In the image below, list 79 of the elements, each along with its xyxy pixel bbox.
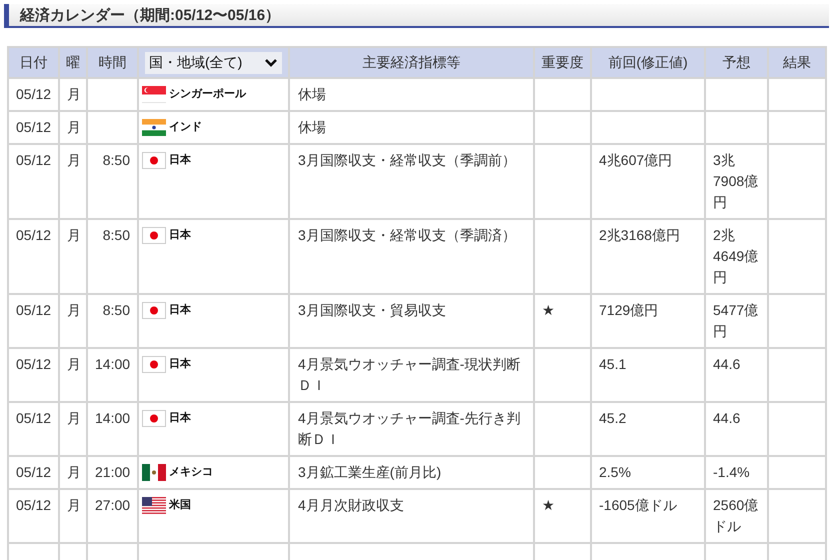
flag-icon xyxy=(142,356,166,373)
date-cell: 05/12 xyxy=(8,111,59,144)
previous-value: 45.2 xyxy=(599,410,626,426)
flag-icon xyxy=(142,410,166,427)
time-cell: 27:00 xyxy=(95,497,130,513)
importance-rating: ★ xyxy=(542,302,555,318)
column-header: 重要度 xyxy=(534,47,591,78)
date-cell: 05/12 xyxy=(8,294,59,348)
weekday-cell: 月 xyxy=(59,489,87,543)
time-cell: 8:50 xyxy=(102,152,130,168)
country-name: 日本 xyxy=(169,302,191,318)
previous-value: 2兆3168億円 xyxy=(599,227,680,243)
column-header: 主要経済指標等 xyxy=(289,47,534,78)
column-header: 曜 xyxy=(59,47,87,78)
weekday-cell: 月 xyxy=(59,219,87,294)
importance-rating: ★ xyxy=(542,497,555,513)
previous-value: 4兆607億円 xyxy=(599,152,672,168)
date-cell: 05/12 xyxy=(8,489,59,543)
weekday-cell: 月 xyxy=(59,402,87,456)
indicator-name: 休場 xyxy=(298,119,326,135)
indicator-name: 4月景気ウオッチャー調査-現状判断ＤＩ xyxy=(298,356,520,393)
flag-icon xyxy=(142,227,166,244)
forecast-value: 3兆7908億円 xyxy=(713,152,758,210)
forecast-value: 5477億円 xyxy=(713,302,758,339)
indicator-name: 3月国際収支・経常収支（季調済） xyxy=(298,227,516,243)
time-cell: 14:00 xyxy=(95,410,130,426)
date-cell: 05/12 xyxy=(8,402,59,456)
previous-value: 45.1 xyxy=(599,356,626,372)
time-cell: 8:50 xyxy=(102,227,130,243)
flag-icon xyxy=(142,152,166,169)
date-cell: 05/12 xyxy=(8,348,59,402)
indicator-name: 4月景気ウオッチャー調査-先行き判断ＤＩ xyxy=(298,410,520,447)
column-header: 日付 xyxy=(8,47,59,78)
previous-value: 2.5% xyxy=(599,464,631,480)
time-cell: 21:00 xyxy=(95,464,130,480)
forecast-value: 44.6 xyxy=(713,410,740,426)
flag-icon xyxy=(142,302,166,319)
previous-value: 7129億円 xyxy=(599,302,658,318)
column-header: 前回(修正値) xyxy=(591,47,705,78)
country-name: 米国 xyxy=(169,498,191,513)
weekday-cell: 月 xyxy=(59,294,87,348)
indicator-name: 休場 xyxy=(298,86,326,102)
country-name: シンガーポール xyxy=(169,87,246,102)
column-header: 時間 xyxy=(87,47,138,78)
column-header: 結果 xyxy=(768,47,826,78)
time-cell: 14:00 xyxy=(95,356,130,372)
country-name: インド xyxy=(169,120,202,135)
country-name: 日本 xyxy=(169,152,191,168)
previous-value: -1605億ドル xyxy=(599,497,677,513)
country-name: メキシコ xyxy=(169,465,213,480)
flag-icon xyxy=(142,119,166,136)
column-header: 予想 xyxy=(705,47,768,78)
page-title: 経済カレンダー（期間:05/12〜05/16） xyxy=(20,6,280,24)
chevron-down-icon xyxy=(264,58,278,68)
indicator-name: 4月月次財政収支 xyxy=(298,497,404,513)
date-cell: 05/12 xyxy=(8,456,59,489)
forecast-value: 2兆4649億円 xyxy=(713,227,758,285)
flag-icon xyxy=(142,464,166,481)
forecast-value: 2560億ドル xyxy=(713,497,758,534)
date-cell: 05/12 xyxy=(8,144,59,219)
weekday-cell: 月 xyxy=(59,78,87,111)
indicator-name: 3月国際収支・貿易収支 xyxy=(298,302,446,318)
weekday-cell: 月 xyxy=(59,144,87,219)
country-name: 日本 xyxy=(169,356,191,372)
country-name: 日本 xyxy=(169,410,191,426)
flag-icon xyxy=(142,86,166,103)
region-select[interactable]: 国・地域(全て) xyxy=(145,52,282,74)
indicator-name: 3月国際収支・経常収支（季調前） xyxy=(298,152,516,168)
date-cell: 05/12 xyxy=(8,78,59,111)
forecast-value: 44.6 xyxy=(713,356,740,372)
forecast-value: -1.4% xyxy=(713,464,750,480)
weekday-cell: 月 xyxy=(59,348,87,402)
striped-flag-icon xyxy=(142,497,166,514)
indicator-name: 3月鉱工業生産(前月比) xyxy=(298,464,442,480)
country-name: 日本 xyxy=(169,228,191,243)
time-cell: 8:50 xyxy=(102,302,130,318)
weekday-cell: 月 xyxy=(59,111,87,144)
weekday-cell: 月 xyxy=(59,456,87,489)
date-cell: 05/12 xyxy=(8,219,59,294)
